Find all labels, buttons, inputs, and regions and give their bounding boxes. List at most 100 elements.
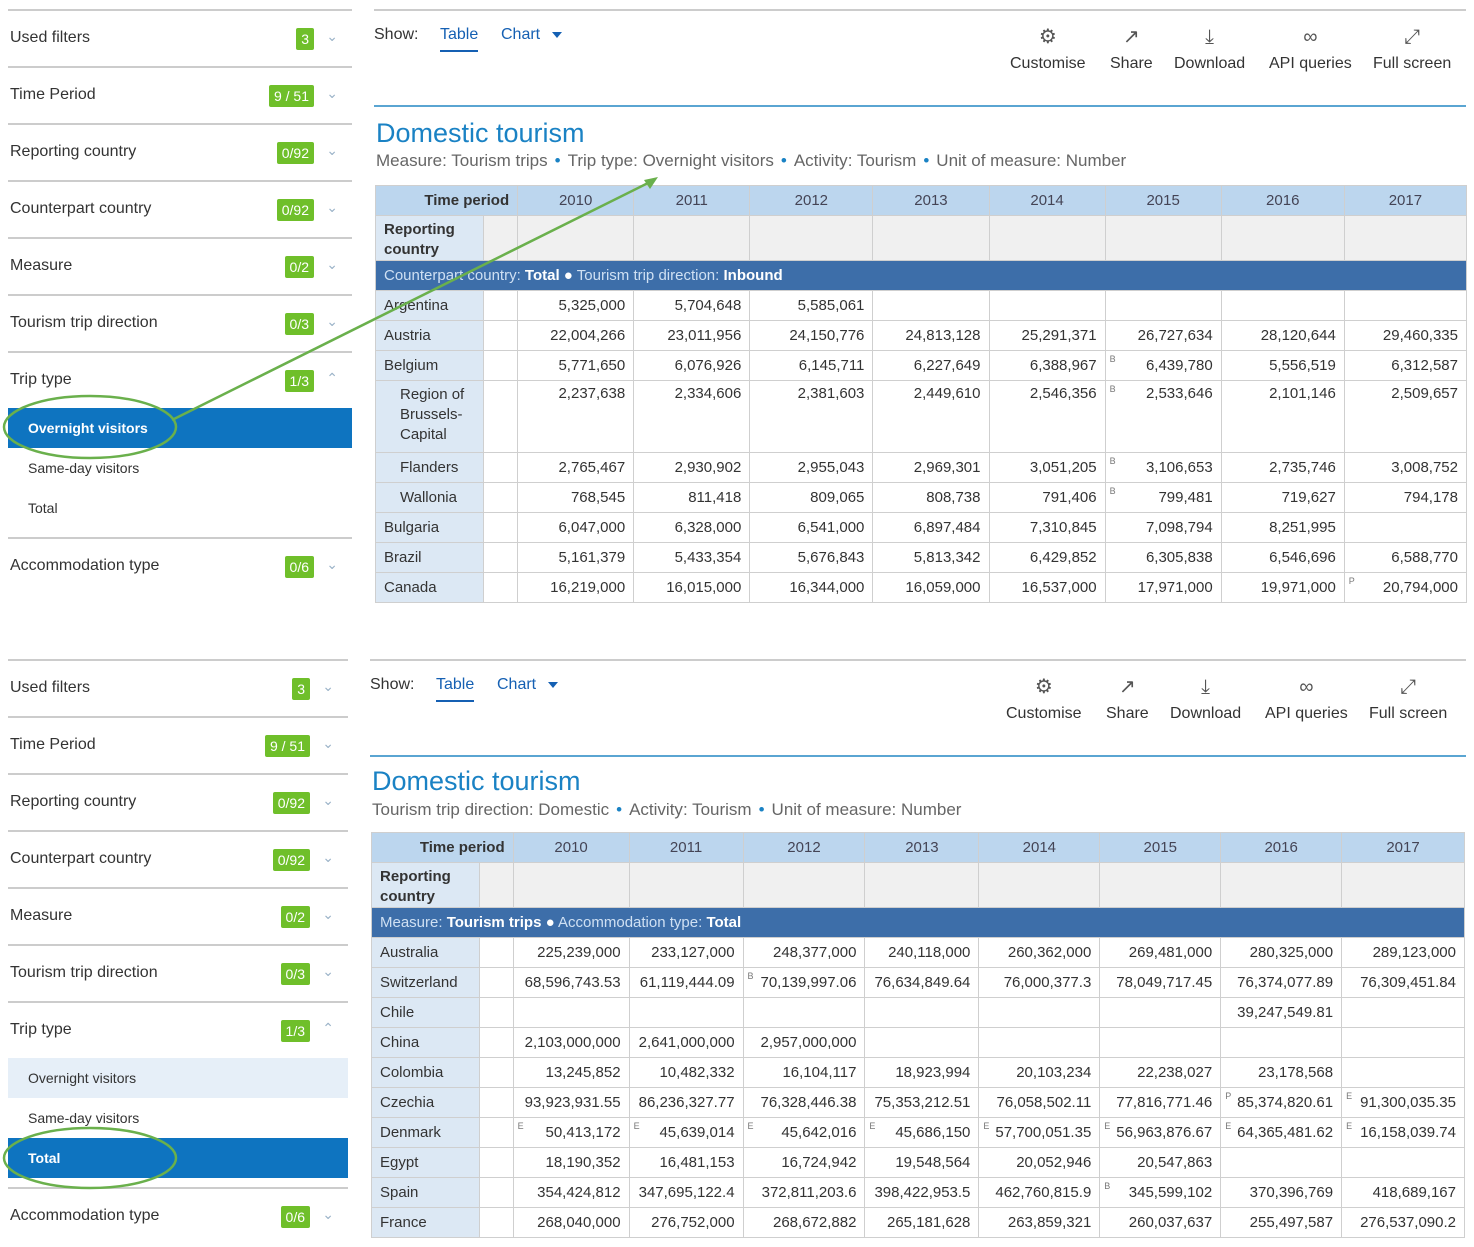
chevron-down-icon[interactable]: ⌄ — [322, 1206, 334, 1223]
full-screen-button[interactable]: ⤢ Full screen — [1373, 23, 1451, 73]
share-button[interactable]: ↗ Share — [1110, 23, 1153, 73]
chevron-down-icon[interactable]: ⌄ — [322, 735, 334, 752]
filter-used-filters[interactable]: Used filters 3 ⌄ — [8, 659, 348, 716]
data-cell: E 57,700,051.35 — [978, 1117, 1101, 1148]
flag-marker: E — [1104, 1121, 1111, 1131]
chevron-down-icon[interactable]: ⌄ — [326, 199, 338, 216]
year-header[interactable]: 2017 — [1343, 185, 1468, 216]
filter-time-period[interactable]: Time Period 9 / 51 ⌄ — [8, 66, 352, 123]
tab-chart[interactable]: Chart — [497, 676, 536, 694]
chevron-down-icon[interactable]: ⌄ — [322, 792, 334, 809]
trip-type-option[interactable]: Overnight visitors — [8, 408, 352, 448]
trip-type-option[interactable]: Total — [8, 1138, 348, 1178]
filter-label: Trip type — [10, 371, 72, 388]
year-header[interactable]: 2014 — [988, 185, 1106, 216]
chevron-down-icon[interactable]: ⌄ — [322, 678, 334, 695]
gear-icon: ⚙ — [1038, 26, 1057, 48]
cell-value: 76,058,502.11 — [996, 1094, 1092, 1111]
year-header[interactable]: 2013 — [872, 185, 990, 216]
chevron-down-icon[interactable] — [548, 682, 558, 688]
data-cell: 240,118,000 — [864, 937, 980, 968]
year-header[interactable]: 2017 — [1341, 832, 1465, 863]
filter-measure[interactable]: Measure 0/2 ⌄ — [8, 237, 352, 294]
filter-label: Accommodation type — [10, 1207, 160, 1224]
chevron-up-icon[interactable]: ⌃ — [322, 1020, 334, 1037]
filter-trip-type[interactable]: Trip type 1/3 ⌃ — [8, 1001, 348, 1058]
filter-counterpart-country[interactable]: Counterpart country 0/92 ⌄ — [8, 180, 352, 237]
filter-trip-type[interactable]: Trip type 1/3 ⌃ — [8, 351, 352, 408]
data-cell: 25,291,371 — [988, 320, 1106, 351]
chevron-down-icon[interactable]: ⌄ — [326, 313, 338, 330]
tab-table[interactable]: Table — [436, 676, 475, 702]
flag-marker: P — [1225, 1091, 1232, 1101]
filter-used-filters[interactable]: Used filters 3 ⌄ — [8, 9, 352, 66]
data-cell: 16,537,000 — [988, 572, 1106, 603]
filter-reporting-country[interactable]: Reporting country 0/92 ⌄ — [8, 123, 352, 180]
chevron-down-icon[interactable]: ⌄ — [322, 849, 334, 866]
download-button[interactable]: ⤓ Download — [1170, 673, 1241, 723]
filter-label: Reporting country — [10, 143, 137, 160]
full-screen-button[interactable]: ⤢ Full screen — [1369, 673, 1447, 723]
api-queries-button[interactable]: ∞ API queries — [1269, 23, 1352, 73]
filter-measure[interactable]: Measure 0/2 ⌄ — [8, 887, 348, 944]
subtitle-key: Trip type — [567, 151, 634, 170]
chevron-down-icon[interactable]: ⌄ — [326, 556, 338, 573]
cell-value: 13,245,852 — [545, 1064, 621, 1081]
year-header[interactable]: 2016 — [1220, 185, 1345, 216]
filter-accommodation-type[interactable]: Accommodation type 0/6 ⌄ — [8, 537, 352, 594]
filter-accommodation-type[interactable]: Accommodation type 0/6 ⌄ — [8, 1187, 348, 1244]
separator-dot: ● — [541, 914, 559, 931]
data-cell: 2,449,610 — [872, 380, 990, 453]
customise-button[interactable]: ⚙ Customise — [1006, 673, 1082, 723]
filter-label: Time Period — [10, 86, 96, 103]
subtitle-value: Tourism trips — [451, 151, 548, 170]
tab-chart[interactable]: Chart — [501, 26, 540, 44]
share-button[interactable]: ↗ Share — [1106, 673, 1149, 723]
chevron-down-icon[interactable]: ⌄ — [326, 28, 338, 45]
year-header[interactable]: 2012 — [742, 832, 866, 863]
toolbar: Show: Table Chart ⚙ Customise ↗ Share ⤓ Download… — [370, 659, 1466, 757]
year-header[interactable]: 2012 — [749, 185, 874, 216]
separator-dot: • — [923, 151, 930, 170]
chevron-down-icon[interactable]: ⌄ — [326, 142, 338, 159]
trip-type-option[interactable]: Overnight visitors — [8, 1058, 348, 1098]
year-header[interactable]: 2016 — [1220, 832, 1343, 863]
chevron-up-icon[interactable]: ⌃ — [326, 370, 338, 387]
year-header[interactable]: 2010 — [517, 185, 635, 216]
year-header[interactable]: 2013 — [864, 832, 980, 863]
year-header[interactable]: 2011 — [628, 832, 744, 863]
year-header[interactable]: 2014 — [978, 832, 1101, 863]
empty-cell — [742, 862, 866, 908]
filter-tourism-trip-direction[interactable]: Tourism trip direction 0/3 ⌄ — [8, 294, 352, 351]
trip-type-option[interactable]: Same-day visitors — [8, 1098, 348, 1138]
filter-tourism-trip-direction[interactable]: Tourism trip direction 0/3 ⌄ — [8, 944, 348, 1001]
year-header[interactable]: 2010 — [512, 832, 630, 863]
band-key: Accommodation type — [558, 914, 699, 931]
tab-table[interactable]: Table — [440, 26, 479, 52]
trip-type-option[interactable]: Same-day visitors — [8, 448, 352, 488]
empty-cell — [988, 215, 1106, 261]
chevron-down-icon[interactable]: ⌄ — [322, 963, 334, 980]
data-cell: 6,328,000 — [633, 512, 751, 543]
year-header[interactable]: 2011 — [633, 185, 751, 216]
download-button[interactable]: ⤓ Download — [1174, 23, 1245, 73]
data-cell: 6,541,000 — [749, 512, 874, 543]
filter-time-period[interactable]: Time Period 9 / 51 ⌄ — [8, 716, 348, 773]
year-header[interactable]: 2015 — [1104, 185, 1222, 216]
api-queries-button[interactable]: ∞ API queries — [1265, 673, 1348, 723]
spacer-cell — [478, 1057, 514, 1088]
data-cell: 24,150,776 — [749, 320, 874, 351]
flag-marker: E — [869, 1121, 876, 1131]
chevron-down-icon[interactable] — [552, 32, 562, 38]
filter-reporting-country[interactable]: Reporting country 0/92 ⌄ — [8, 773, 348, 830]
chevron-down-icon[interactable]: ⌄ — [326, 85, 338, 102]
row-label: Argentina — [374, 290, 485, 321]
link-icon: ∞ — [1299, 676, 1314, 698]
year-header[interactable]: 2015 — [1099, 832, 1222, 863]
trip-type-option[interactable]: Total — [8, 488, 352, 528]
customise-button[interactable]: ⚙ Customise — [1010, 23, 1086, 73]
chevron-down-icon[interactable]: ⌄ — [326, 256, 338, 273]
filter-counterpart-country[interactable]: Counterpart country 0/92 ⌄ — [8, 830, 348, 887]
subtitle-key: Activity — [793, 151, 848, 170]
chevron-down-icon[interactable]: ⌄ — [322, 906, 334, 923]
